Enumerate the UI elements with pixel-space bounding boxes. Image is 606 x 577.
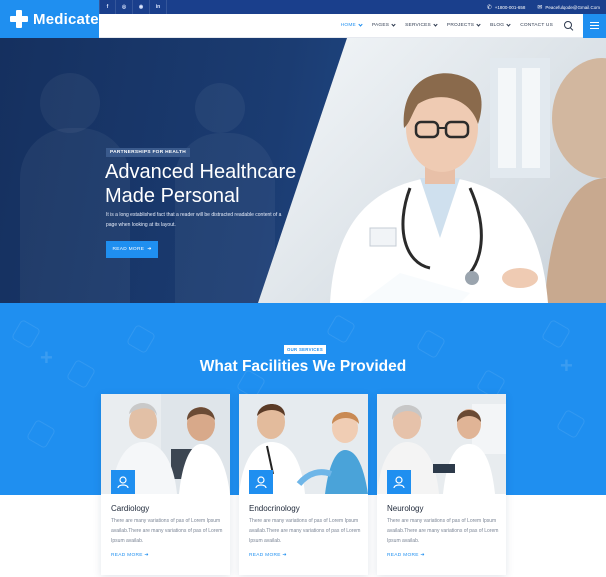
- nav-label: PAGES: [371, 23, 390, 28]
- social-links: f ◎ ◉ in: [99, 0, 167, 14]
- main-menu: HOME PAGES SERVICES PROJECTS BLOG CONTAC…: [340, 22, 563, 28]
- nav-item-home[interactable]: HOME: [340, 22, 363, 28]
- logo[interactable]: Medicate: [0, 0, 99, 38]
- medical-cross-icon: [10, 10, 28, 28]
- chevron-down-icon: [506, 22, 511, 27]
- nav-label: HOME: [340, 23, 356, 28]
- card-title: Endocrinology: [249, 504, 300, 513]
- hero-description: It is a long established fact that a rea…: [106, 212, 282, 228]
- nav-label: BLOG: [490, 23, 505, 28]
- hero-title-line-2: Made Personal: [105, 185, 240, 207]
- contact-info: ✆ +1800-001-658 ✉ Peacefulqode@Gmail.Com: [487, 4, 606, 11]
- instagram-icon[interactable]: ◎: [116, 0, 133, 14]
- chevron-down-icon: [358, 22, 363, 27]
- dribbble-icon[interactable]: ◉: [133, 0, 150, 14]
- hero-section: PARTNERSHIPS FOR HEALTH Advanced Healthc…: [0, 38, 606, 303]
- main-navbar: HOME PAGES SERVICES PROJECTS BLOG CONTAC…: [99, 13, 606, 38]
- mail-icon: ✉: [537, 4, 543, 11]
- link-label: READ MORE: [387, 553, 419, 558]
- hero-title: Advanced Healthcare Made Personal: [105, 160, 345, 208]
- nav-item-pages[interactable]: PAGES: [371, 22, 396, 28]
- chevron-down-icon: [391, 22, 396, 27]
- card-read-more-link[interactable]: READ MORE ➜: [249, 553, 287, 558]
- top-bar: f ◎ ◉ in ✆ +1800-001-658 ✉ Peacefulqode@…: [99, 0, 606, 14]
- arrow-right-icon: ➜: [147, 247, 152, 252]
- card-title: Neurology: [387, 504, 424, 513]
- service-card-cardiology[interactable]: Cardiology There are many variations of …: [101, 394, 230, 575]
- service-card-neurology[interactable]: Neurology There are many variations of p…: [377, 394, 506, 575]
- facebook-icon[interactable]: f: [99, 0, 116, 14]
- link-label: READ MORE: [249, 553, 281, 558]
- card-read-more-link[interactable]: READ MORE ➜: [111, 553, 149, 558]
- card-read-more-link[interactable]: READ MORE ➜: [387, 553, 425, 558]
- services-badge: OUR SERVICES: [284, 345, 326, 354]
- search-icon[interactable]: [563, 20, 575, 32]
- hero-badge: PARTNERSHIPS FOR HEALTH: [106, 148, 191, 157]
- neurology-icon: [387, 470, 411, 494]
- phone-number: +1800-001-658: [494, 4, 526, 10]
- services-title: What Facilities We Provided: [199, 358, 407, 375]
- nav-item-projects[interactable]: PROJECTS: [446, 22, 481, 28]
- service-card-endocrinology[interactable]: Endocrinology There are many variations …: [239, 394, 368, 575]
- services-section: + + OUR SERVICES What Facilities We Prov…: [0, 303, 606, 577]
- email-address: Peacefulqode@Gmail.Com: [545, 4, 600, 10]
- chevron-down-icon: [433, 22, 438, 27]
- phone-icon: ✆: [486, 4, 492, 11]
- nav-label: CONTACT US: [520, 23, 553, 28]
- hero-title-line-1: Advanced Healthcare: [105, 161, 297, 183]
- doctor-icon: [249, 470, 273, 494]
- nav-label: PROJECTS: [446, 23, 475, 28]
- read-more-button[interactable]: READ MORE ➜: [106, 241, 158, 258]
- phone-contact[interactable]: ✆ +1800-001-658: [487, 4, 526, 11]
- nav-item-services[interactable]: SERVICES: [405, 22, 438, 28]
- card-description: There are many variations of pas of Lore…: [387, 518, 499, 544]
- button-label: READ MORE: [112, 247, 145, 252]
- heart-monitor-icon: [111, 470, 135, 494]
- nav-label: SERVICES: [405, 23, 431, 28]
- menu-bar: [590, 24, 599, 27]
- linkedin-icon[interactable]: in: [150, 0, 167, 14]
- nav-item-contact[interactable]: CONTACT US: [520, 23, 553, 28]
- card-title: Cardiology: [111, 504, 150, 513]
- brand-name: Medicate: [33, 10, 99, 28]
- email-contact[interactable]: ✉ Peacefulqode@Gmail.Com: [537, 4, 600, 11]
- hamburger-menu-button[interactable]: [583, 13, 606, 38]
- card-description: There are many variations of pas of Lore…: [249, 518, 361, 544]
- menu-bar: [590, 21, 599, 23]
- nav-item-blog[interactable]: BLOG: [490, 22, 511, 28]
- link-label: READ MORE: [111, 553, 143, 558]
- menu-bar: [590, 28, 599, 30]
- card-description: There are many variations of pas of Lore…: [111, 518, 223, 544]
- chevron-down-icon: [476, 22, 481, 27]
